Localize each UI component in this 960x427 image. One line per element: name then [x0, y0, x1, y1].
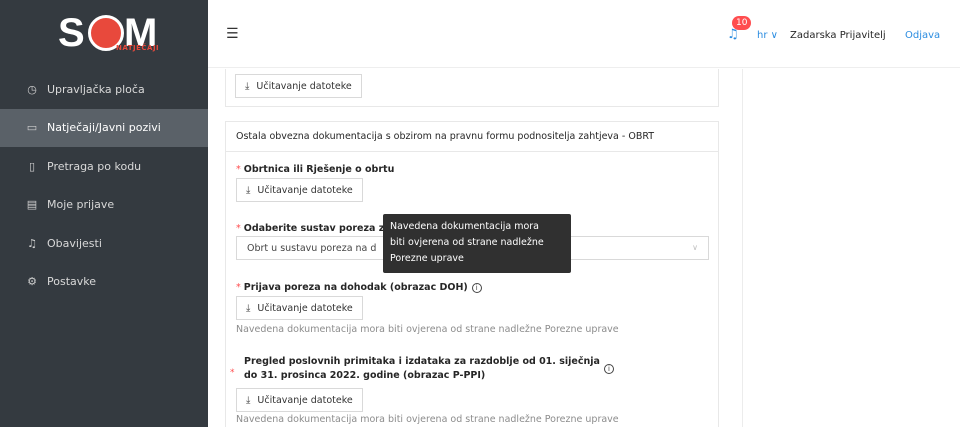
folder-icon: ▭ [26, 121, 38, 135]
column-divider [742, 69, 743, 427]
upload-button-previous[interactable]: ⤓ Učitavanje datoteke [235, 74, 362, 98]
upload-icon: ⤓ [246, 394, 251, 406]
top-header: ☰ ♫ 10 hr ∨ Zadarska Prijavitelj Odjava [208, 0, 960, 68]
sidebar-item-dashboard[interactable]: ◷ Upravljačka ploča [0, 70, 208, 109]
required-marker: * [236, 282, 241, 293]
tooltip-line: Navedena dokumentacija mora [390, 221, 540, 232]
app-logo[interactable]: S M NATJEČAJI [0, 0, 208, 66]
gear-icon: ⚙ [27, 275, 37, 289]
upload-button-label: Učitavanje datoteke [257, 302, 353, 314]
upload-icon: ⤓ [246, 302, 251, 314]
required-marker: * [230, 368, 235, 378]
previous-section-card: ⤓ Učitavanje datoteke [225, 69, 719, 107]
language-selector[interactable]: hr ∨ [757, 30, 778, 41]
sidebar-item-tenders[interactable]: ▭ Natječaji/Javni pozivi [0, 108, 208, 147]
field-label-text: Obrtnica ili Rješenje o obrtu [243, 164, 395, 175]
notification-count-badge: 10 [732, 16, 752, 30]
sidebar-nav: ◷ Upravljačka ploča ▭ Natječaji/Javni po… [0, 70, 208, 301]
field-label-p-ppi-line2: do 31. prosinca 2022. godine (obrazac P-… [244, 370, 486, 381]
dashboard-icon: ◷ [27, 82, 37, 96]
field-label-obrtnica: * Obrtnica ili Rješenje o obrtu [236, 164, 394, 175]
sidebar-item-settings[interactable]: ⚙ Postavke [0, 263, 208, 302]
sidebar: S M NATJEČAJI ◷ Upravljačka ploča ▭ Natj… [0, 0, 208, 427]
field-label-tax-system: * Odaberite sustav poreza za [236, 223, 391, 234]
sidebar-item-search-by-code[interactable]: ▯ Pretraga po kodu [0, 147, 208, 186]
sidebar-item-label: Postavke [47, 275, 97, 289]
upload-button-obrtnica[interactable]: ⤓ Učitavanje datoteke [236, 178, 363, 202]
sidebar-item-label: Upravljačka ploča [47, 82, 145, 96]
required-marker: * [236, 223, 241, 234]
file-icon: ▯ [28, 159, 36, 173]
upload-button-p-ppi[interactable]: ⤓ Učitavanje datoteke [236, 388, 363, 412]
section-title: Ostala obvezna dokumentacija s obzirom n… [226, 122, 718, 152]
bell-icon: ♫ [27, 236, 37, 250]
user-name: Zadarska Prijavitelj [790, 30, 886, 41]
field-label-doh: * Prijava poreza na dohodak (obrazac DOH)… [236, 282, 482, 293]
sidebar-item-label: Moje prijave [47, 198, 115, 212]
sidebar-item-my-applications[interactable]: ▤ Moje prijave [0, 186, 208, 225]
logout-link[interactable]: Odjava [905, 30, 940, 41]
field-label-p-ppi-line1: Pregled poslovnih primitaka i izdataka z… [244, 356, 600, 367]
upload-icon: ⤓ [245, 80, 250, 92]
info-tooltip: Navedena dokumentacija mora biti ovjeren… [383, 214, 571, 273]
field-label-text: Odaberite sustav poreza za [243, 223, 391, 234]
document-icon: ▤ [26, 198, 38, 212]
upload-button-doh[interactable]: ⤓ Učitavanje datoteke [236, 296, 363, 320]
upload-button-label: Učitavanje datoteke [257, 394, 353, 406]
tooltip-line: biti ovjerena od strane nadležne [390, 237, 544, 248]
info-icon[interactable]: i [604, 364, 614, 374]
field-label-text: Prijava poreza na dohodak (obrazac DOH) [243, 282, 468, 293]
tax-system-select-value: Obrt u sustavu poreza na d [247, 242, 377, 254]
upload-button-label: Učitavanje datoteke [257, 184, 353, 196]
upload-button-label: Učitavanje datoteke [256, 80, 352, 92]
logo-subtitle: NATJEČAJI [116, 44, 160, 52]
sidebar-item-notifications[interactable]: ♫ Obavijesti [0, 224, 208, 263]
required-marker: * [236, 164, 241, 175]
main-content: ⤓ Učitavanje datoteke Ostala obvezna dok… [208, 69, 960, 427]
tooltip-line: Porezne uprave [390, 253, 464, 264]
documentation-section-card: Ostala obvezna dokumentacija s obzirom n… [225, 121, 719, 427]
chevron-down-icon: ∨ [692, 243, 698, 252]
info-icon[interactable]: i [471, 282, 482, 293]
sidebar-item-label: Pretraga po kodu [47, 159, 142, 173]
field-hint-p-ppi: Navedena dokumentacija mora biti ovjeren… [236, 414, 619, 425]
sidebar-item-label: Natječaji/Javni pozivi [47, 121, 161, 135]
field-hint-doh: Navedena dokumentacija mora biti ovjeren… [236, 324, 619, 335]
menu-toggle-icon[interactable]: ☰ [226, 26, 239, 42]
logo-letter-s: S [58, 11, 85, 55]
upload-icon: ⤓ [246, 184, 251, 196]
sidebar-item-label: Obavijesti [47, 236, 102, 250]
